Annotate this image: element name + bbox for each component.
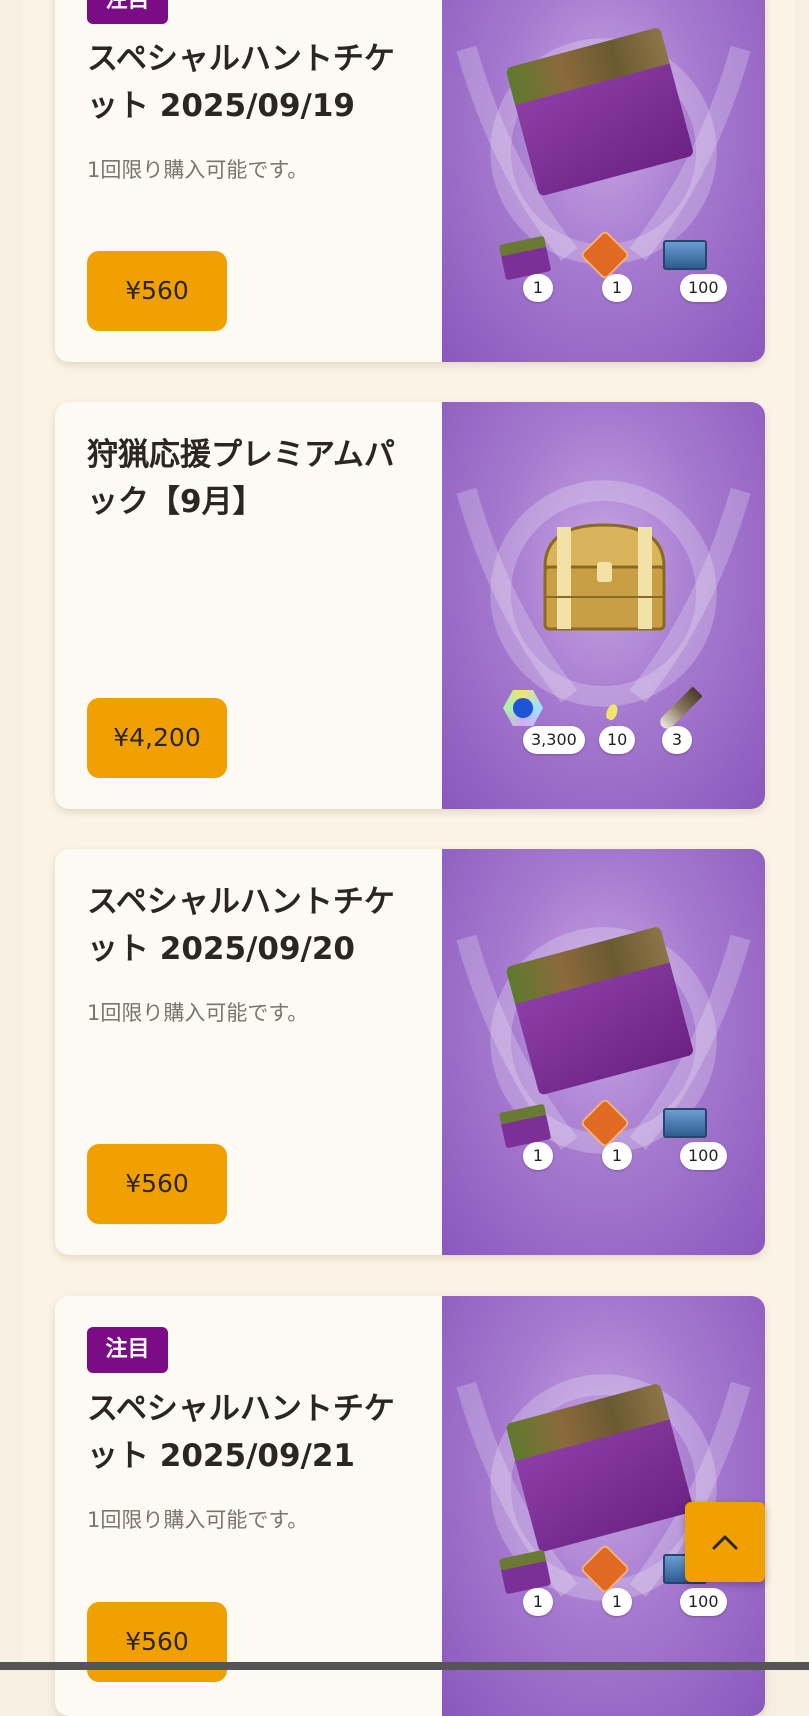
treasure-chest-icon <box>543 523 666 631</box>
purchase-limit-note: 1回限り購入可能です。 <box>87 1508 309 1532</box>
product-info: スペシャルハントチケット 2025/09/20 1回限り購入可能です。 ¥560 <box>55 849 442 1255</box>
ticket-icon: 1 <box>497 232 557 302</box>
item-count: 3,300 <box>523 726 585 754</box>
scroll-to-top-button[interactable] <box>685 1502 765 1582</box>
item-list: 1 1 100 <box>442 1097 765 1170</box>
featured-badge: 注目 <box>87 1327 168 1373</box>
supply-box-icon: 100 <box>657 232 727 302</box>
purchase-limit-note: 1回限り購入可能です。 <box>87 158 309 182</box>
knife-icon: 3 <box>647 684 707 754</box>
product-image: 3,300 10 3 <box>442 402 765 809</box>
item-list: 1 1 100 <box>442 229 765 302</box>
bottom-edge-bar <box>0 1662 809 1670</box>
product-card[interactable]: 注目 スペシャルハントチケット 2025/09/19 1回限り購入可能です。 ¥… <box>55 0 765 362</box>
supply-box-icon: 100 <box>657 1100 727 1170</box>
item-count: 1 <box>602 1588 632 1616</box>
price-button[interactable]: ¥560 <box>87 1144 227 1224</box>
product-card[interactable]: 注目 スペシャルハントチケット 2025/09/21 1回限り購入可能です。 ¥… <box>55 1296 765 1716</box>
product-title: スペシャルハントチケット 2025/09/19 <box>87 41 395 124</box>
item-count: 1 <box>523 1142 553 1170</box>
product-title: 狩猟応援プレミアムパック【9月】 <box>87 437 395 520</box>
featured-badge: 注目 <box>87 0 168 24</box>
item-count: 1 <box>523 274 553 302</box>
price-button[interactable]: ¥560 <box>87 251 227 331</box>
product-card[interactable]: 狩猟応援プレミアムパック【9月】 ¥4,200 3,300 10 3 <box>55 402 765 809</box>
product-info: 狩猟応援プレミアムパック【9月】 ¥4,200 <box>55 402 442 809</box>
product-image: 1 1 100 <box>442 849 765 1255</box>
item-count: 1 <box>523 1588 553 1616</box>
chevron-up-icon <box>712 1535 738 1550</box>
price-button[interactable]: ¥4,200 <box>87 698 227 778</box>
product-info: 注目 スペシャルハントチケット 2025/09/21 1回限り購入可能です。 ¥… <box>55 1296 442 1716</box>
orange-gem-icon: 1 <box>577 1543 637 1616</box>
price-button[interactable]: ¥560 <box>87 1602 227 1682</box>
item-count: 1 <box>602 274 632 302</box>
item-count: 3 <box>662 726 692 754</box>
item-count: 100 <box>680 1588 727 1616</box>
orange-gem-icon: 1 <box>577 1097 637 1170</box>
purchase-limit-note: 1回限り購入可能です。 <box>87 1001 309 1025</box>
ticket-icon: 1 <box>497 1100 557 1170</box>
orange-gem-icon: 1 <box>577 229 637 302</box>
product-title: スペシャルハントチケット 2025/09/20 <box>87 884 395 967</box>
ticket-icon: 1 <box>497 1546 557 1616</box>
item-count: 100 <box>680 274 727 302</box>
item-list: 3,300 10 3 <box>442 684 765 754</box>
product-info: 注目 スペシャルハントチケット 2025/09/19 1回限り購入可能です。 ¥… <box>55 0 442 362</box>
item-count: 1 <box>602 1142 632 1170</box>
paw-medal-icon: 3,300 <box>497 684 585 754</box>
item-count: 100 <box>680 1142 727 1170</box>
product-card[interactable]: スペシャルハントチケット 2025/09/20 1回限り購入可能です。 ¥560… <box>55 849 765 1255</box>
spark-icon: 10 <box>587 684 647 754</box>
product-image: 1 1 100 <box>442 0 765 362</box>
product-title: スペシャルハントチケット 2025/09/21 <box>87 1391 395 1474</box>
item-count: 10 <box>599 726 636 754</box>
